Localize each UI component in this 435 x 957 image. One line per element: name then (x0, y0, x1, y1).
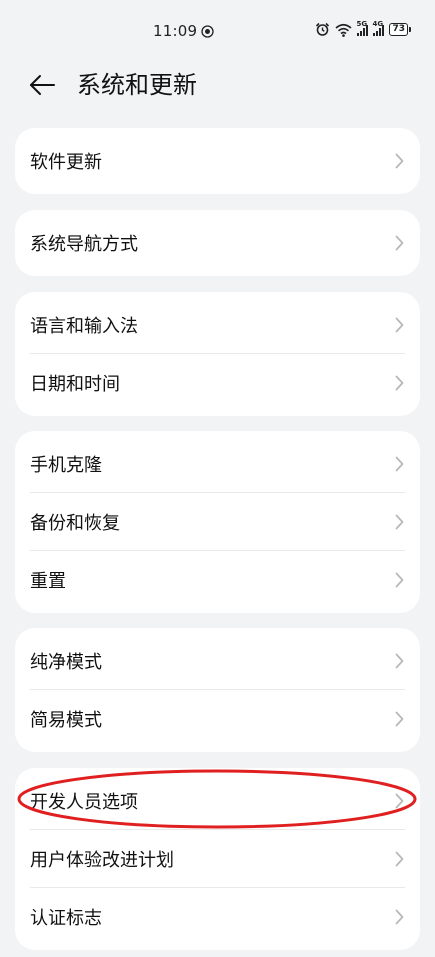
wifi-icon (335, 23, 352, 37)
back-button[interactable] (28, 70, 58, 100)
settings-group: 软件更新 (15, 128, 420, 194)
settings-item[interactable]: 系统导航方式 (15, 210, 420, 276)
settings-item[interactable]: 纯净模式 (15, 632, 420, 690)
settings-group: 手机克隆备份和恢复重置 (15, 431, 420, 613)
settings-item-label: 软件更新 (30, 152, 102, 173)
status-icons: 5G 4G 73 (315, 20, 411, 37)
settings-item-label: 日期和时间 (30, 374, 120, 395)
settings-item-label: 系统导航方式 (30, 234, 138, 255)
chevron-right-icon (395, 514, 404, 530)
settings-item[interactable]: 认证标志 (15, 888, 420, 946)
chevron-right-icon (395, 456, 404, 472)
battery-icon: 73 (389, 23, 411, 37)
settings-item-label: 语言和输入法 (30, 316, 138, 337)
settings-group: 语言和输入法 日期和时间 (15, 292, 420, 416)
signal-4g-icon: 4G (372, 20, 385, 36)
arrow-left-icon (30, 75, 55, 95)
chevron-right-icon (395, 153, 404, 169)
page-title: 系统和更新 (77, 71, 197, 99)
settings-item-label: 开发人员选项 (30, 792, 138, 813)
settings-group: 开发人员选项用户体验改进计划 认证标志 (15, 768, 420, 950)
settings-item[interactable]: 用户体验改进计划 (15, 830, 420, 888)
signal-5g-icon: 5G (356, 20, 369, 36)
alarm-icon (316, 22, 330, 36)
settings-item[interactable]: 手机克隆 (15, 435, 420, 493)
chevron-right-icon (395, 317, 404, 333)
settings-item[interactable]: 备份和恢复 (15, 493, 420, 551)
settings-item[interactable]: 语言和输入法 (15, 296, 420, 354)
chevron-right-icon (395, 851, 404, 867)
settings-item-label: 认证标志 (30, 908, 102, 929)
chevron-right-icon (395, 711, 404, 727)
chevron-right-icon (395, 572, 404, 588)
chevron-right-icon (395, 375, 404, 391)
settings-item-label: 用户体验改进计划 (30, 850, 174, 871)
chevron-right-icon (395, 909, 404, 925)
chevron-right-icon (395, 235, 404, 251)
clock-text: 11:09 (153, 22, 198, 40)
settings-item-label: 重置 (30, 571, 66, 592)
signal-5g-tag: 5G (356, 19, 368, 28)
page-header: 系统和更新 (0, 62, 435, 108)
settings-item[interactable]: 软件更新 (15, 128, 420, 194)
settings-item-label: 纯净模式 (30, 652, 102, 673)
battery-level: 73 (389, 23, 408, 36)
settings-group: 系统导航方式 (15, 210, 420, 276)
settings-item[interactable]: 开发人员选项 (15, 772, 420, 830)
settings-item-label: 手机克隆 (30, 455, 102, 476)
settings-group: 纯净模式 简易模式 (15, 628, 420, 752)
settings-item-label: 简易模式 (30, 710, 102, 731)
settings-item[interactable]: 日期和时间 (15, 354, 420, 412)
chevron-right-icon (395, 653, 404, 669)
settings-item[interactable]: 重置 (15, 551, 420, 609)
settings-item[interactable]: 简易模式 (15, 690, 420, 748)
signal-4g-tag: 4G (372, 19, 384, 28)
settings-item-label: 备份和恢复 (30, 513, 120, 534)
app-notification-icon (201, 24, 214, 38)
status-time: 11:09 (153, 22, 214, 40)
chevron-right-icon (395, 793, 404, 809)
status-bar: 11:09 5G 4G 73 (0, 0, 435, 62)
